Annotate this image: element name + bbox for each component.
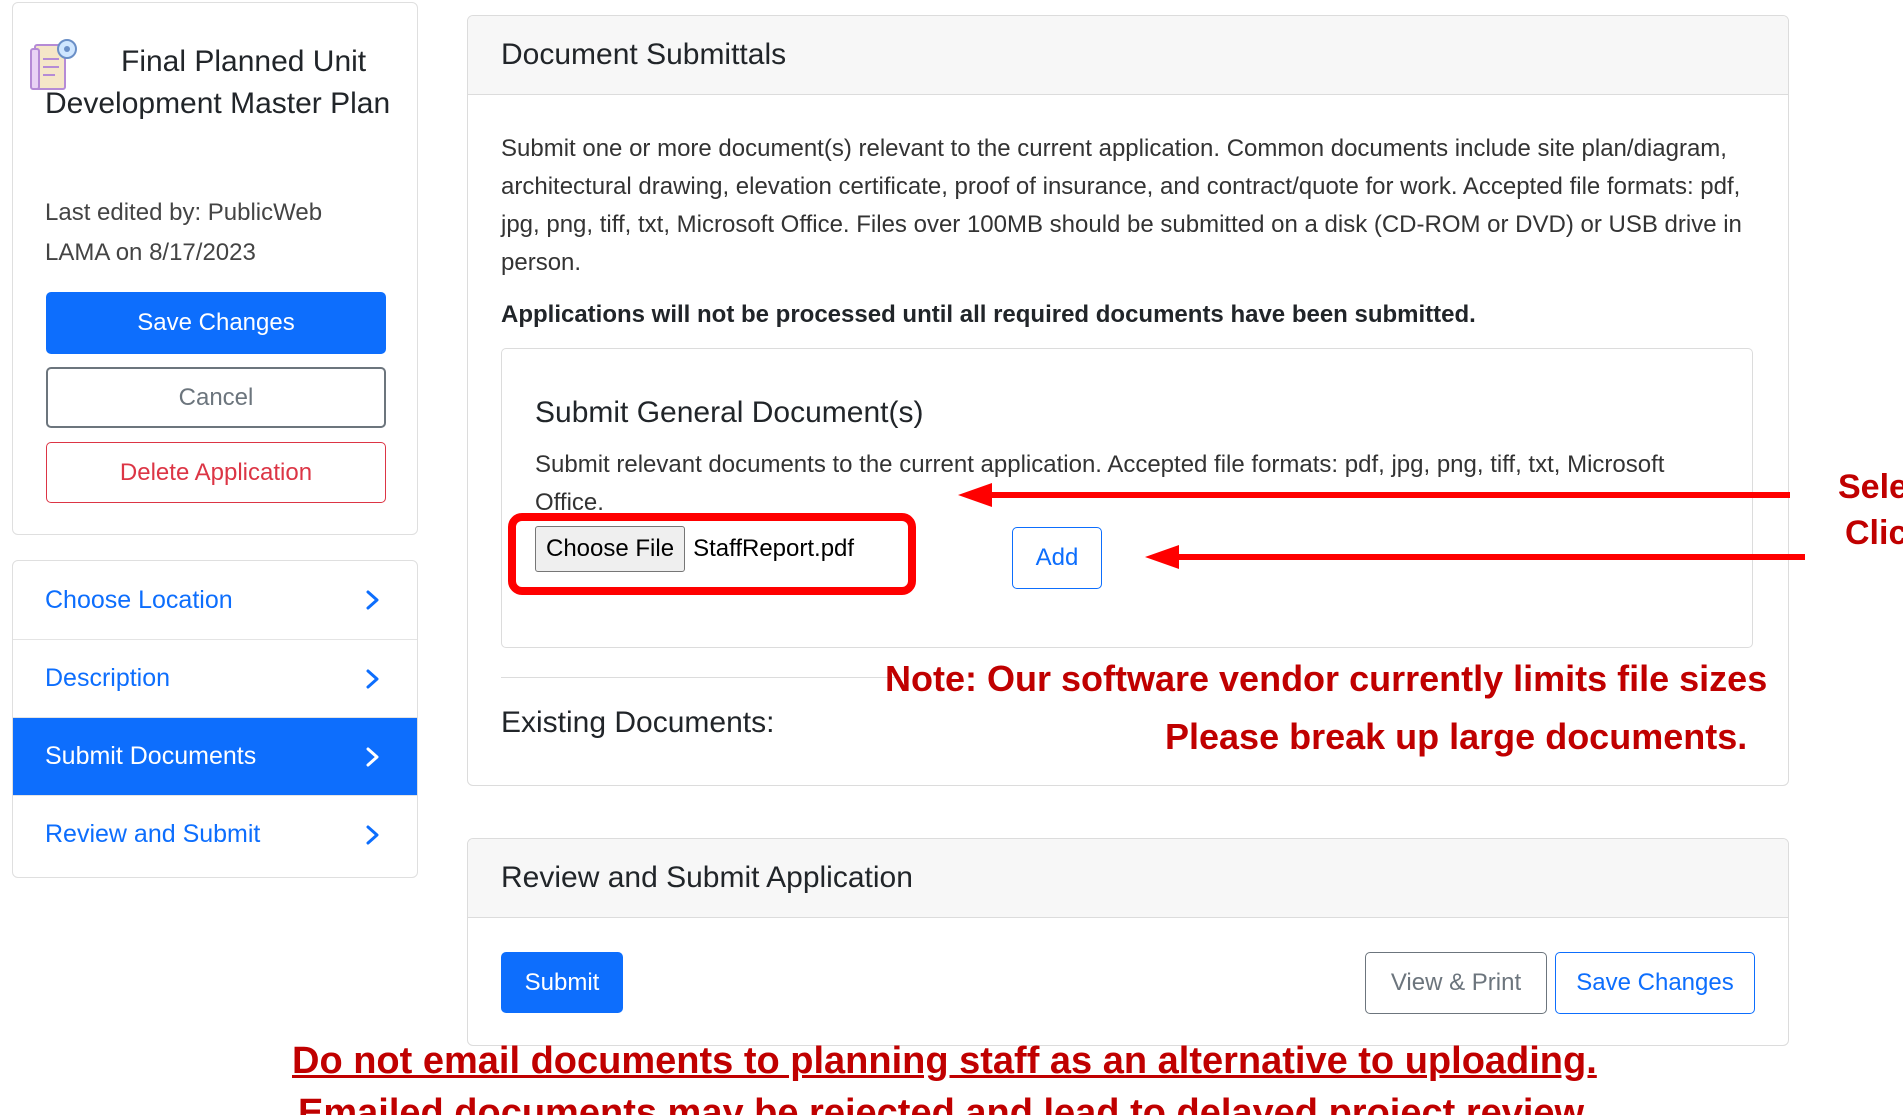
annotation-select: Sele bbox=[1838, 468, 1903, 506]
annotation-break-up-note: Please break up large documents. bbox=[1165, 716, 1748, 757]
file-input[interactable]: Choose File StaffReport.pdf bbox=[535, 526, 854, 572]
chevron-right-icon bbox=[361, 746, 383, 768]
document-submittals-description: Submit one or more document(s) relevant … bbox=[501, 135, 1742, 276]
step-navigation: Choose Location Description Submit Docum… bbox=[12, 560, 418, 878]
selected-file-name: StaffReport.pdf bbox=[693, 535, 855, 562]
submit-button[interactable]: Submit bbox=[501, 952, 623, 1013]
chevron-right-icon bbox=[361, 589, 383, 611]
review-submit-card: Review and Submit Application Submit Vie… bbox=[467, 838, 1789, 1046]
nav-item-submit-documents[interactable]: Submit Documents bbox=[13, 717, 417, 795]
nav-item-description[interactable]: Description bbox=[13, 639, 417, 717]
review-submit-header: Review and Submit Application bbox=[468, 839, 1788, 918]
application-title: Final Planned Unit Development Master Pl… bbox=[45, 45, 391, 120]
chevron-right-icon bbox=[361, 668, 383, 690]
annotation-click: Clic bbox=[1845, 514, 1903, 552]
arrow-to-add-button bbox=[1145, 545, 1805, 569]
required-documents-warning: Applications will not be processed until… bbox=[501, 301, 1476, 328]
annotation-file-size-note: Note: Our software vendor currently limi… bbox=[885, 658, 1768, 699]
arrow-to-file-input bbox=[958, 483, 1790, 507]
chevron-right-icon bbox=[361, 824, 383, 846]
existing-documents-label: Existing Documents: bbox=[501, 706, 775, 739]
nav-item-label: Review and Submit bbox=[45, 820, 261, 848]
view-print-button[interactable]: View & Print bbox=[1365, 952, 1547, 1014]
nav-item-label: Choose Location bbox=[45, 585, 233, 614]
delete-application-button[interactable]: Delete Application bbox=[46, 442, 386, 503]
nav-item-label: Description bbox=[45, 664, 171, 692]
annotation-no-email: Do not email documents to planning staff… bbox=[292, 1040, 1597, 1082]
document-submittals-header: Document Submittals bbox=[468, 16, 1788, 95]
choose-file-button[interactable]: Choose File bbox=[535, 526, 686, 572]
nav-item-review-and-submit[interactable]: Review and Submit bbox=[13, 795, 417, 873]
add-document-button[interactable]: Add bbox=[1012, 527, 1102, 589]
cancel-button[interactable]: Cancel bbox=[46, 367, 386, 428]
section-divider bbox=[501, 677, 901, 678]
general-documents-title: Submit General Document(s) bbox=[535, 396, 924, 429]
annotation-email-rejected: Emailed documents may be rejected and le… bbox=[298, 1092, 1594, 1115]
last-edited-text: Last edited by: PublicWeb LAMA on 8/17/2… bbox=[45, 199, 323, 266]
nav-item-label: Submit Documents bbox=[45, 742, 257, 770]
nav-item-choose-location[interactable]: Choose Location bbox=[13, 561, 417, 639]
save-changes-button[interactable]: Save Changes bbox=[46, 292, 386, 354]
application-card: Final Planned Unit Development Master Pl… bbox=[12, 2, 418, 535]
save-changes-button-secondary[interactable]: Save Changes bbox=[1555, 952, 1755, 1014]
